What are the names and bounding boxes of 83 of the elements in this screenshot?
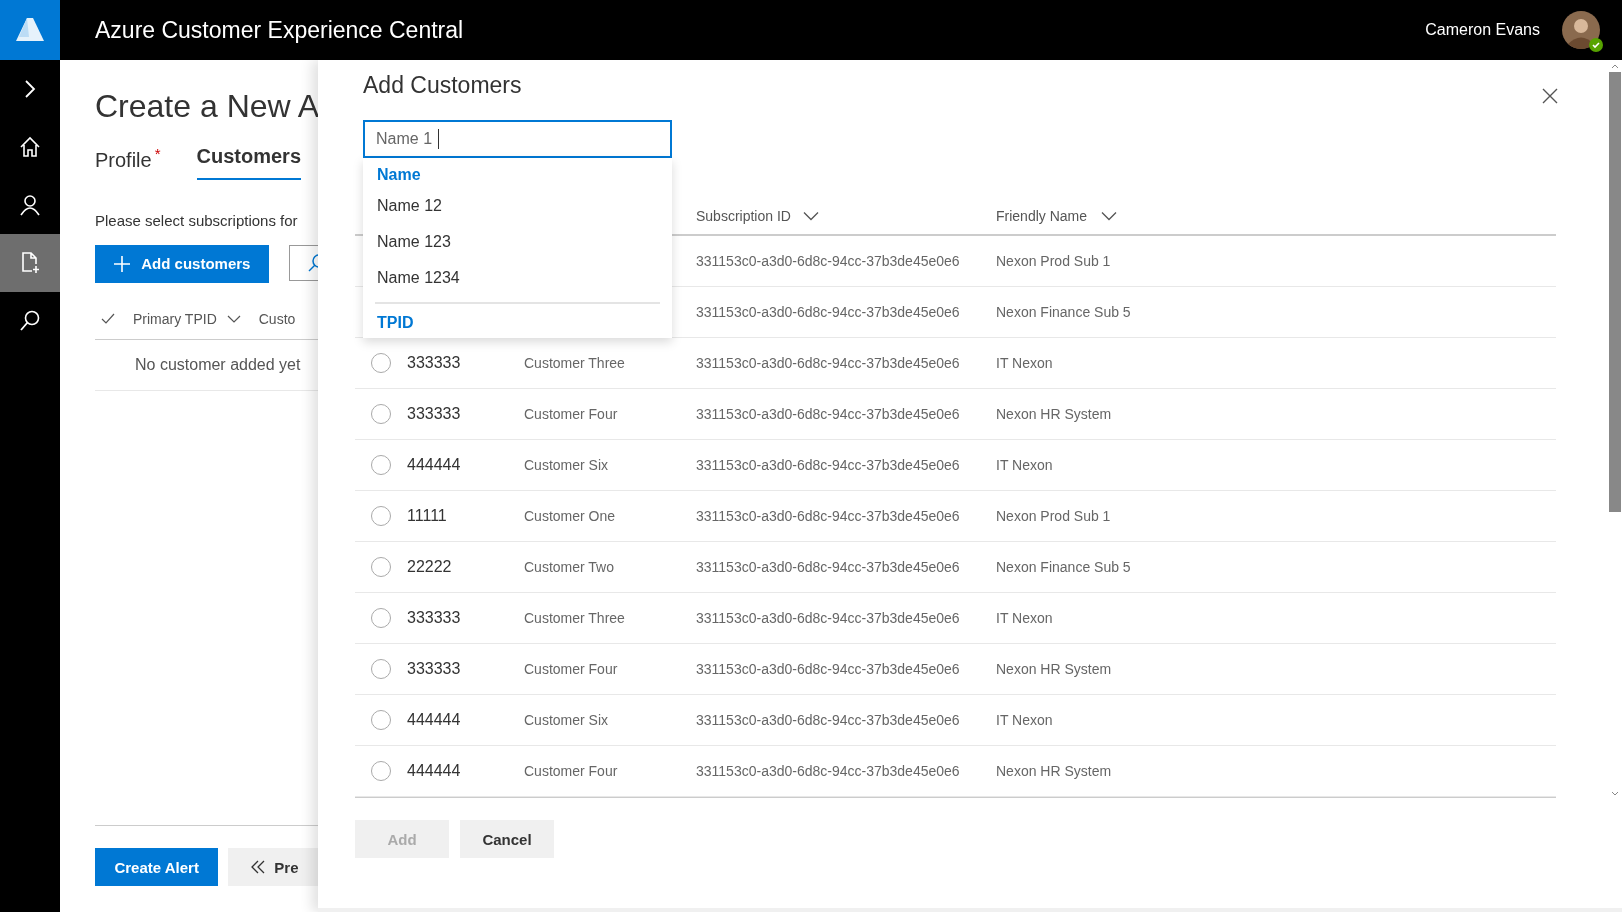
subscription-id-cell: 331153c0-a3d0-6d8c-94cc-37b3de45e0e6 [696, 712, 960, 728]
plus-icon [113, 254, 132, 273]
tpid-cell: 444444 [407, 456, 461, 473]
tpid-cell: 333333 [407, 660, 461, 677]
friendly-name-cell: IT Nexon [996, 610, 1053, 626]
double-chevron-left-icon [250, 860, 267, 874]
suggestion-group-header: TPID [376, 313, 415, 333]
friendly-name-cell: IT Nexon [996, 355, 1053, 371]
friendly-name-cell: Nexon HR System [996, 763, 1112, 779]
subscription-id-cell: 331153c0-a3d0-6d8c-94cc-37b3de45e0e6 [696, 763, 960, 779]
customer-cell: Customer One [524, 508, 616, 524]
column-header[interactable]: Custo [258, 310, 296, 327]
chevron-down-icon [802, 211, 819, 221]
avatar[interactable] [1562, 11, 1600, 49]
chevron-down-icon [226, 313, 241, 324]
app-title: Azure Customer Experience Central [95, 16, 464, 44]
subscription-id-cell: 331153c0-a3d0-6d8c-94cc-37b3de45e0e6 [696, 661, 960, 677]
subscription-id-cell: 331153c0-a3d0-6d8c-94cc-37b3de45e0e6 [696, 304, 960, 320]
radio-button[interactable] [371, 557, 391, 577]
customer-cell: Customer Three [524, 355, 625, 371]
previous-button[interactable]: Pre [228, 848, 318, 886]
suggestion-group-header: Name [376, 165, 422, 185]
person-icon [18, 193, 42, 217]
tpid-cell: 333333 [407, 405, 461, 422]
radio-button[interactable] [371, 506, 391, 526]
customer-cell: Customer Six [524, 712, 609, 728]
scroll-down-icon[interactable] [1610, 790, 1620, 798]
search-icon [18, 309, 42, 333]
subscription-id-cell: 331153c0-a3d0-6d8c-94cc-37b3de45e0e6 [696, 610, 960, 626]
suggestion-item[interactable]: Name 123 [363, 224, 672, 260]
tpid-cell: 444444 [407, 711, 461, 728]
customer-cell: Customer Four [524, 406, 618, 422]
suggestion-item[interactable]: Name 12 [363, 188, 672, 224]
radio-button[interactable] [371, 455, 391, 475]
tab[interactable]: Customers [196, 145, 302, 180]
friendly-name-cell: Nexon HR System [996, 406, 1112, 422]
create-alert-button[interactable]: Create Alert [95, 848, 219, 886]
home-icon [18, 135, 42, 159]
friendly-name-cell: Nexon Prod Sub 1 [996, 508, 1111, 524]
radio-button[interactable] [371, 659, 391, 679]
friendly-name-cell: Nexon Finance Sub 5 [996, 559, 1131, 575]
radio-button[interactable] [371, 761, 391, 781]
cancel-button[interactable]: Cancel [460, 820, 554, 858]
subscription-id-cell: 331153c0-a3d0-6d8c-94cc-37b3de45e0e6 [696, 253, 960, 269]
check-icon [101, 312, 115, 325]
customer-cell: Customer Four [524, 661, 618, 677]
subscription-id-cell: 331153c0-a3d0-6d8c-94cc-37b3de45e0e6 [696, 457, 960, 473]
radio-button[interactable] [371, 608, 391, 628]
customer-cell: Customer Four [524, 763, 618, 779]
customer-cell: Customer Two [524, 559, 614, 575]
suggestion-item[interactable]: Name 1234 [363, 260, 672, 296]
customer-cell: Customer Six [524, 457, 609, 473]
panel-title: Add Customers [363, 72, 522, 99]
friendly-name-cell: IT Nexon [996, 457, 1053, 473]
tab[interactable]: Profile$^{*}$ [95, 145, 161, 180]
column-header[interactable]: Primary TPID [133, 310, 217, 327]
tpid-cell: 444444 [407, 762, 461, 779]
friendly-name-cell: Nexon HR System [996, 661, 1112, 677]
subscription-id-cell: 331153c0-a3d0-6d8c-94cc-37b3de45e0e6 [696, 406, 960, 422]
friendly-name-cell: IT Nexon [996, 712, 1053, 728]
radio-button[interactable] [371, 353, 391, 373]
radio-button[interactable] [371, 710, 391, 730]
subscription-id-cell: 331153c0-a3d0-6d8c-94cc-37b3de45e0e6 [696, 508, 960, 524]
tpid-cell: 22222 [407, 558, 452, 575]
column-header[interactable]: Friendly Name [996, 208, 1088, 224]
tpid-cell: 333333 [407, 609, 461, 626]
friendly-name-cell: Nexon Finance Sub 5 [996, 304, 1131, 320]
subscription-id-cell: 331153c0-a3d0-6d8c-94cc-37b3de45e0e6 [696, 355, 960, 371]
add-customers-button[interactable]: Add customers [95, 244, 269, 283]
search-field[interactable]: Name 1 [363, 120, 672, 158]
scroll-up-icon[interactable] [1610, 62, 1620, 70]
user-name: Cameron Evans [1425, 21, 1540, 39]
search-icon [306, 252, 318, 273]
subscription-id-cell: 331153c0-a3d0-6d8c-94cc-37b3de45e0e6 [696, 559, 960, 575]
tpid-cell: 11111 [407, 507, 447, 524]
customer-cell: Customer Three [524, 610, 625, 626]
tpid-cell: 333333 [407, 354, 461, 371]
instruction-text: Please select subscriptions for [95, 211, 299, 229]
column-header[interactable]: Subscription ID [696, 208, 791, 224]
chevron-down-icon [1101, 211, 1118, 221]
friendly-name-cell: Nexon Prod Sub 1 [996, 253, 1111, 269]
radio-button[interactable] [371, 404, 391, 424]
logo-icon[interactable] [0, 0, 60, 60]
